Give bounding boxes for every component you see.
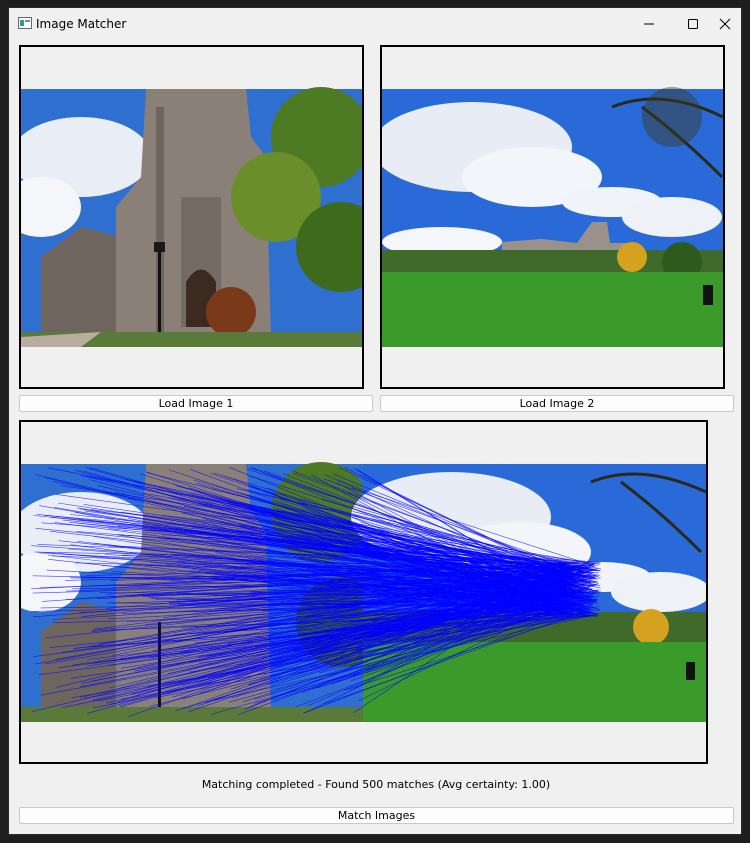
match-result-image [21,462,706,722]
minimize-button[interactable] [627,8,671,40]
app-icon [18,17,32,29]
close-button[interactable] [703,8,747,40]
image-1-frame [19,45,364,389]
load-image-2-button[interactable]: Load Image 2 [380,395,734,412]
close-icon [719,18,731,30]
image-2-frame [380,45,725,389]
image-2-photo [382,87,723,347]
match-result-frame [19,420,708,764]
match-images-button[interactable]: Match Images [19,807,734,824]
status-text: Matching completed - Found 500 matches (… [201,778,551,791]
load-image-1-button[interactable]: Load Image 1 [19,395,373,412]
image-1-photo [21,87,362,347]
title-bar[interactable]: Image Matcher [9,8,741,40]
window-title: Image Matcher [36,17,127,31]
app-window: Image Matcher Load Image 1 Load Image 2 … [8,7,742,835]
minimize-icon [644,23,654,25]
maximize-icon [688,19,698,29]
